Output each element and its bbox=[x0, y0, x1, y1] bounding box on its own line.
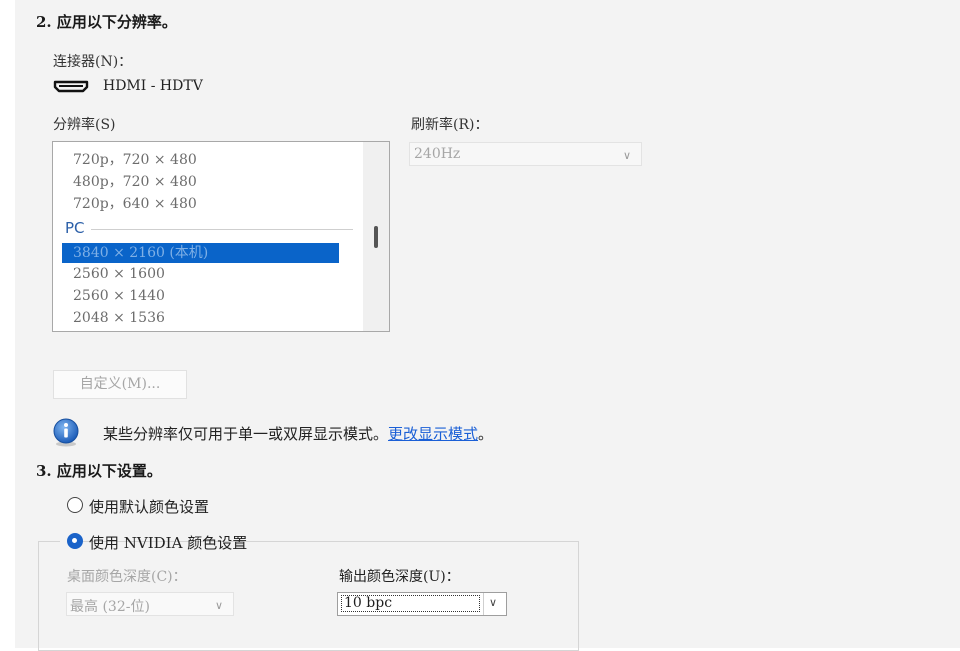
info-text-end: 。 bbox=[478, 425, 494, 443]
desktop-color-depth-dropdown[interactable]: 最高 (32-位) ∨ bbox=[66, 592, 234, 616]
info-icon bbox=[51, 417, 81, 447]
resolution-listbox[interactable]: 720p，720 × 480 480p，720 × 480 720p，640 ×… bbox=[52, 141, 390, 332]
connector-value: HDMI - HDTV bbox=[103, 78, 203, 94]
desktop-color-depth-label: 桌面颜色深度(C)： bbox=[67, 569, 187, 585]
custom-resolution-button[interactable]: 自定义(M)... bbox=[53, 370, 187, 399]
chevron-down-icon: ∨ bbox=[489, 596, 498, 609]
radio-default-color-label[interactable]: 使用默认颜色设置 bbox=[89, 496, 209, 517]
resolution-item[interactable]: 480p，720 × 480 bbox=[73, 171, 197, 191]
change-display-mode-link[interactable]: 更改显示模式 bbox=[388, 425, 478, 443]
step2-heading: 2. 应用以下分辨率。 bbox=[36, 13, 177, 31]
resolution-item[interactable]: 720p，720 × 480 bbox=[73, 149, 197, 169]
info-text: 某些分辨率仅可用于单一或双屏显示模式。 bbox=[103, 425, 389, 443]
hdmi-connector-icon bbox=[53, 78, 89, 93]
refresh-rate-dropdown[interactable]: 240Hz ∨ bbox=[409, 142, 642, 166]
resolution-label: 分辨率(S) bbox=[53, 117, 116, 133]
radio-default-color[interactable] bbox=[67, 497, 83, 513]
resolution-item-selected[interactable]: 3840 × 2160 (本机) bbox=[62, 243, 339, 263]
resolution-item[interactable]: 2560 × 1600 bbox=[73, 266, 165, 282]
scrollbar-thumb[interactable] bbox=[374, 226, 378, 248]
output-color-depth-dropdown[interactable]: 10 bpc ∨ bbox=[337, 592, 507, 616]
chevron-down-icon: ∨ bbox=[622, 149, 631, 162]
resolution-item[interactable]: 720p，640 × 480 bbox=[73, 193, 197, 213]
group-divider bbox=[91, 229, 353, 230]
output-color-depth-value: 10 bpc bbox=[341, 595, 480, 612]
output-color-depth-label: 输出颜色深度(U)： bbox=[339, 569, 460, 585]
radio-nvidia-color[interactable] bbox=[67, 533, 83, 549]
desktop-color-depth-value: 最高 (32-位) bbox=[70, 599, 150, 615]
refresh-rate-value: 240Hz bbox=[414, 146, 461, 162]
chevron-down-icon: ∨ bbox=[214, 599, 223, 612]
resolution-item[interactable]: 2048 × 1536 bbox=[73, 310, 165, 326]
refresh-rate-label: 刷新率(R)： bbox=[411, 117, 489, 133]
resolution-item[interactable]: 2560 × 1440 bbox=[73, 288, 165, 304]
info-message: 某些分辨率仅可用于单一或双屏显示模式。更改显示模式。 bbox=[103, 423, 493, 444]
dropdown-separator bbox=[483, 593, 484, 615]
step3-heading: 3. 应用以下设置。 bbox=[36, 462, 162, 480]
connector-label: 连接器(N)： bbox=[53, 54, 133, 70]
radio-nvidia-color-label[interactable]: 使用 NVIDIA 颜色设置 bbox=[89, 532, 247, 553]
resolution-group-pc: PC bbox=[65, 219, 85, 237]
